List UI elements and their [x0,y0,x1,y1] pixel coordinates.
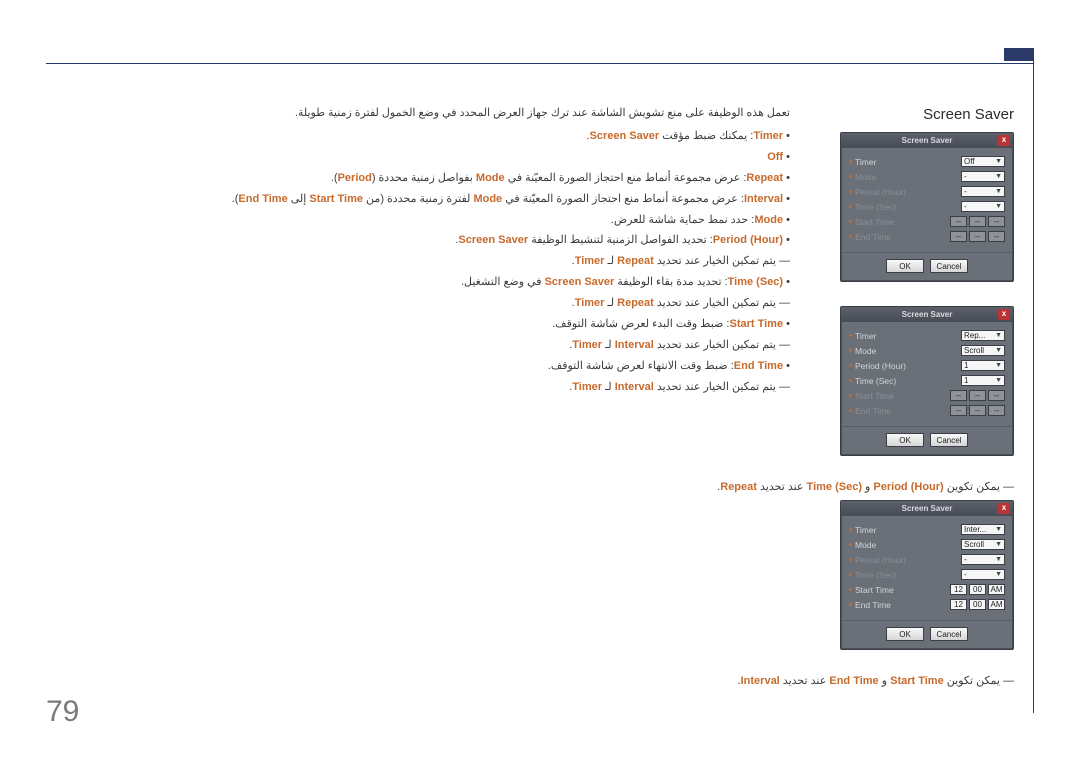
dialog-screensaver-off: Screen Saver x Timer Off▼ Mode -▼ Period (… [840,132,1014,282]
label-mode: Mode [855,346,876,356]
mode-select[interactable]: Scroll▼ [961,345,1005,356]
sub-end-time: ― يتم تمكين الخيار عند تحديد Interval لـ… [60,377,790,398]
close-icon[interactable]: x [998,309,1010,320]
end-time-fields: ------ [950,405,1005,416]
dialog-title: Screen Saver [902,136,953,145]
mode-select[interactable]: Scroll▼ [961,539,1005,550]
close-icon[interactable]: x [998,503,1010,514]
sub-period-hour: ― يتم تمكين الخيار عند تحديد Repeat لـ T… [60,251,790,272]
timer-select[interactable]: Rep...▼ [961,330,1005,341]
dialog-screensaver-interval: Screen Saver x Timer Inter...▼ Mode Scroll… [840,500,1014,650]
label-start: Start Time [855,585,894,595]
bullet-period-hour: • Period (Hour): تحديد الفواصل الزمنية ل… [60,230,790,251]
cancel-button[interactable]: Cancel [930,433,968,447]
label-start: Start Time [855,217,894,227]
end-time-fields[interactable]: 1200AM [950,599,1005,610]
intro-text: تعمل هذه الوظيفة على منع تشويش الشاشة عن… [60,106,790,119]
start-time-fields: ------ [950,216,1005,227]
dialog-titlebar: Screen Saver x [841,501,1013,516]
accent-block [1004,48,1034,61]
dialog-titlebar: Screen Saver x [841,133,1013,148]
dialog-screensaver-repeat: Screen Saver x TimerRep...▼ ModeScroll▼ … [840,306,1014,456]
ok-button[interactable]: OK [886,627,924,641]
right-rule [1033,48,1034,713]
bullet-mode: • Mode: حدد نمط حماية شاشة للعرض. [60,210,790,231]
bullet-repeat: • Repeat: عرض مجموعة أنماط منع احتجاز ال… [60,168,790,189]
label-timesec: Time (Sec) [855,202,896,212]
bullet-end-time: • End Time: ضبط وقت الانتهاء لعرض شاشة ا… [60,356,790,377]
label-timesec: Time (Sec) [855,570,896,580]
cancel-button[interactable]: Cancel [930,627,968,641]
dialog-title: Screen Saver [902,504,953,513]
bullet-off: • Off [60,147,790,168]
bullet-interval: • Interval: عرض مجموعة أنماط منع احتجاز … [60,189,790,210]
label-timer: Timer [855,157,876,167]
dialog-title: Screen Saver [902,310,953,319]
note-interval: ― يمكن تكوين Start Time و End Time عند ت… [420,674,1014,687]
timer-select[interactable]: Inter...▼ [961,524,1005,535]
cancel-button[interactable]: Cancel [930,259,968,273]
note-repeat: ― يمكن تكوين Period (Hour) و Time (Sec) … [420,480,1014,493]
feature-list: • Timer: يمكنك ضبط مؤقت Screen Saver. • … [60,126,790,398]
bullet-start-time: • Start Time: ضبط وقت البدء لعرض شاشة ال… [60,314,790,335]
period-select: -▼ [961,186,1005,197]
mode-select: -▼ [961,171,1005,182]
sub-start-time: ― يتم تمكين الخيار عند تحديد Interval لـ… [60,335,790,356]
ok-button[interactable]: OK [886,433,924,447]
timer-select[interactable]: Off▼ [961,156,1005,167]
label-end: End Time [855,600,891,610]
label-timer: Timer [855,525,876,535]
end-time-fields: ------ [950,231,1005,242]
label-end: End Time [855,232,891,242]
label-mode: Mode [855,172,876,182]
page-title: Screen Saver [923,106,1014,123]
timesec-select: -▼ [961,569,1005,580]
bullet-time-sec: • Time (Sec): تحديد مدة بقاء الوظيفة Scr… [60,272,790,293]
top-rule [46,63,1034,64]
label-period: Period (Hour) [855,555,906,565]
timesec-select[interactable]: 1▼ [961,375,1005,386]
timesec-select: -▼ [961,201,1005,212]
dialog-titlebar: Screen Saver x [841,307,1013,322]
label-mode: Mode [855,540,876,550]
label-end: End Time [855,406,891,416]
label-period: Period (Hour) [855,361,906,371]
start-time-fields: ------ [950,390,1005,401]
label-timer: Timer [855,331,876,341]
close-icon[interactable]: x [998,135,1010,146]
bullet-timer: • Timer: يمكنك ضبط مؤقت Screen Saver. [60,126,790,147]
label-start: Start Time [855,391,894,401]
period-select[interactable]: 1▼ [961,360,1005,371]
sub-time-sec: ― يتم تمكين الخيار عند تحديد Repeat لـ T… [60,293,790,314]
period-select: -▼ [961,554,1005,565]
page-number: 79 [46,695,79,729]
ok-button[interactable]: OK [886,259,924,273]
label-period: Period (Hour) [855,187,906,197]
start-time-fields[interactable]: 1200AM [950,584,1005,595]
label-timesec: Time (Sec) [855,376,896,386]
